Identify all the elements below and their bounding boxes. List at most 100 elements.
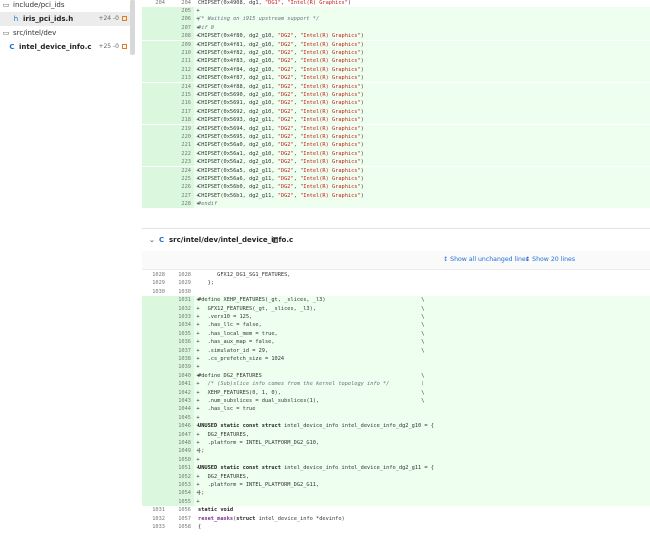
new-line-number[interactable]: 1052 — [168, 472, 194, 481]
copy-path-icon[interactable] — [273, 237, 278, 243]
old-line-number[interactable] — [142, 321, 168, 330]
old-line-number[interactable] — [142, 355, 168, 364]
sidebar-item[interactable]: Cintel_device_info.c +25 -0 — [0, 40, 130, 54]
old-line-number[interactable]: 1028 — [142, 271, 168, 279]
new-line-number[interactable]: 1038 — [168, 355, 194, 364]
new-line-number[interactable]: 213 — [168, 74, 194, 83]
old-line-number[interactable] — [142, 124, 168, 133]
new-line-number[interactable]: 207 — [168, 23, 194, 33]
new-line-number[interactable]: 1057 — [168, 515, 194, 523]
old-line-number[interactable] — [142, 48, 168, 58]
new-line-number[interactable]: 1042 — [168, 388, 194, 397]
new-line-number[interactable]: 1029 — [168, 279, 194, 287]
old-line-number[interactable] — [142, 6, 168, 16]
sidebar-item[interactable]: ▭ include/pci_ids — [0, 0, 130, 12]
new-line-number[interactable]: 219 — [168, 124, 194, 133]
new-line-number[interactable]: 217 — [168, 107, 194, 117]
old-line-number[interactable]: 1033 — [142, 523, 168, 531]
new-line-number[interactable]: 226 — [168, 183, 194, 192]
old-line-number[interactable] — [142, 57, 168, 66]
new-line-number[interactable]: 1033 — [168, 313, 194, 322]
new-line-number[interactable]: 208 — [168, 32, 194, 41]
new-line-number[interactable]: 225 — [168, 174, 194, 184]
new-line-number[interactable]: 221 — [168, 141, 194, 150]
old-line-number[interactable] — [142, 15, 168, 24]
new-line-number[interactable]: 1049 — [168, 447, 194, 456]
new-line-number[interactable]: 223 — [168, 158, 194, 167]
new-line-number[interactable]: 218 — [168, 116, 194, 125]
new-line-number[interactable]: 1058 — [168, 523, 194, 531]
new-line-number[interactable]: 1045 — [168, 413, 194, 423]
new-line-number[interactable]: 222 — [168, 149, 194, 159]
new-line-number[interactable]: 214 — [168, 82, 194, 91]
new-line-number[interactable]: 1050 — [168, 455, 194, 465]
old-line-number[interactable] — [142, 107, 168, 117]
sidebar-scrollbar[interactable] — [130, 0, 135, 55]
new-line-number[interactable]: 1028 — [168, 271, 194, 279]
old-line-number[interactable] — [142, 472, 168, 481]
old-line-number[interactable] — [142, 141, 168, 150]
new-line-number[interactable]: 1053 — [168, 481, 194, 490]
new-line-number[interactable]: 228 — [168, 200, 194, 209]
sidebar-item[interactable]: h iris_pci_ids.h +24 -0 — [0, 12, 130, 26]
new-line-number[interactable]: 1034 — [168, 321, 194, 330]
new-line-number[interactable]: 1054 — [168, 489, 194, 498]
old-line-number[interactable] — [142, 191, 168, 201]
new-line-number[interactable]: 1035 — [168, 329, 194, 339]
new-line-number[interactable]: 204 — [168, 0, 194, 7]
file-header[interactable]: ⌄ C src/intel/dev/intel_device_info.c — [142, 228, 650, 251]
old-line-number[interactable] — [142, 397, 168, 406]
old-line-number[interactable] — [142, 158, 168, 167]
old-line-number[interactable] — [142, 489, 168, 498]
old-line-number[interactable] — [142, 405, 168, 414]
old-line-number[interactable] — [142, 313, 168, 322]
new-line-number[interactable]: 1047 — [168, 430, 194, 439]
new-line-number[interactable]: 1043 — [168, 397, 194, 406]
old-line-number[interactable] — [142, 149, 168, 159]
new-line-number[interactable]: 1046 — [168, 422, 194, 431]
old-line-number[interactable] — [142, 497, 168, 507]
old-line-number[interactable] — [142, 464, 168, 473]
old-line-number[interactable] — [142, 304, 168, 313]
old-line-number[interactable] — [142, 99, 168, 108]
old-line-number[interactable] — [142, 380, 168, 389]
old-line-number[interactable] — [142, 90, 168, 100]
new-line-number[interactable]: 220 — [168, 132, 194, 142]
old-line-number[interactable] — [142, 363, 168, 372]
old-line-number[interactable] — [142, 481, 168, 490]
old-line-number[interactable] — [142, 166, 168, 175]
old-line-number[interactable] — [142, 174, 168, 184]
collapse-chevron-icon[interactable]: ⌄ — [149, 229, 155, 251]
sidebar-item[interactable]: ▭ src/intel/dev — [0, 26, 130, 40]
new-line-number[interactable]: 1032 — [168, 304, 194, 313]
new-line-number[interactable]: 205 — [168, 6, 194, 16]
old-line-number[interactable] — [142, 455, 168, 465]
old-line-number[interactable] — [142, 338, 168, 347]
old-line-number[interactable] — [142, 200, 168, 209]
new-line-number[interactable]: 224 — [168, 166, 194, 175]
new-line-number[interactable]: 1048 — [168, 439, 194, 448]
new-line-number[interactable]: 211 — [168, 57, 194, 66]
old-line-number[interactable] — [142, 32, 168, 41]
old-line-number[interactable] — [142, 388, 168, 397]
old-line-number[interactable] — [142, 23, 168, 33]
old-line-number[interactable] — [142, 296, 168, 305]
old-line-number[interactable] — [142, 40, 168, 49]
old-line-number[interactable] — [142, 413, 168, 423]
old-line-number[interactable] — [142, 82, 168, 91]
new-line-number[interactable]: 1036 — [168, 338, 194, 347]
old-line-number[interactable]: 1030 — [142, 288, 168, 296]
old-line-number[interactable]: 204 — [142, 0, 168, 7]
old-line-number[interactable] — [142, 447, 168, 456]
new-line-number[interactable]: 1039 — [168, 363, 194, 372]
old-line-number[interactable] — [142, 183, 168, 192]
new-line-number[interactable]: 215 — [168, 90, 194, 100]
old-line-number[interactable] — [142, 132, 168, 142]
new-line-number[interactable]: 216 — [168, 99, 194, 108]
old-line-number[interactable]: 1031 — [142, 506, 168, 514]
new-line-number[interactable]: 1044 — [168, 405, 194, 414]
new-line-number[interactable]: 210 — [168, 48, 194, 58]
old-line-number[interactable] — [142, 422, 168, 431]
new-line-number[interactable]: 1030 — [168, 288, 194, 296]
old-line-number[interactable] — [142, 74, 168, 83]
